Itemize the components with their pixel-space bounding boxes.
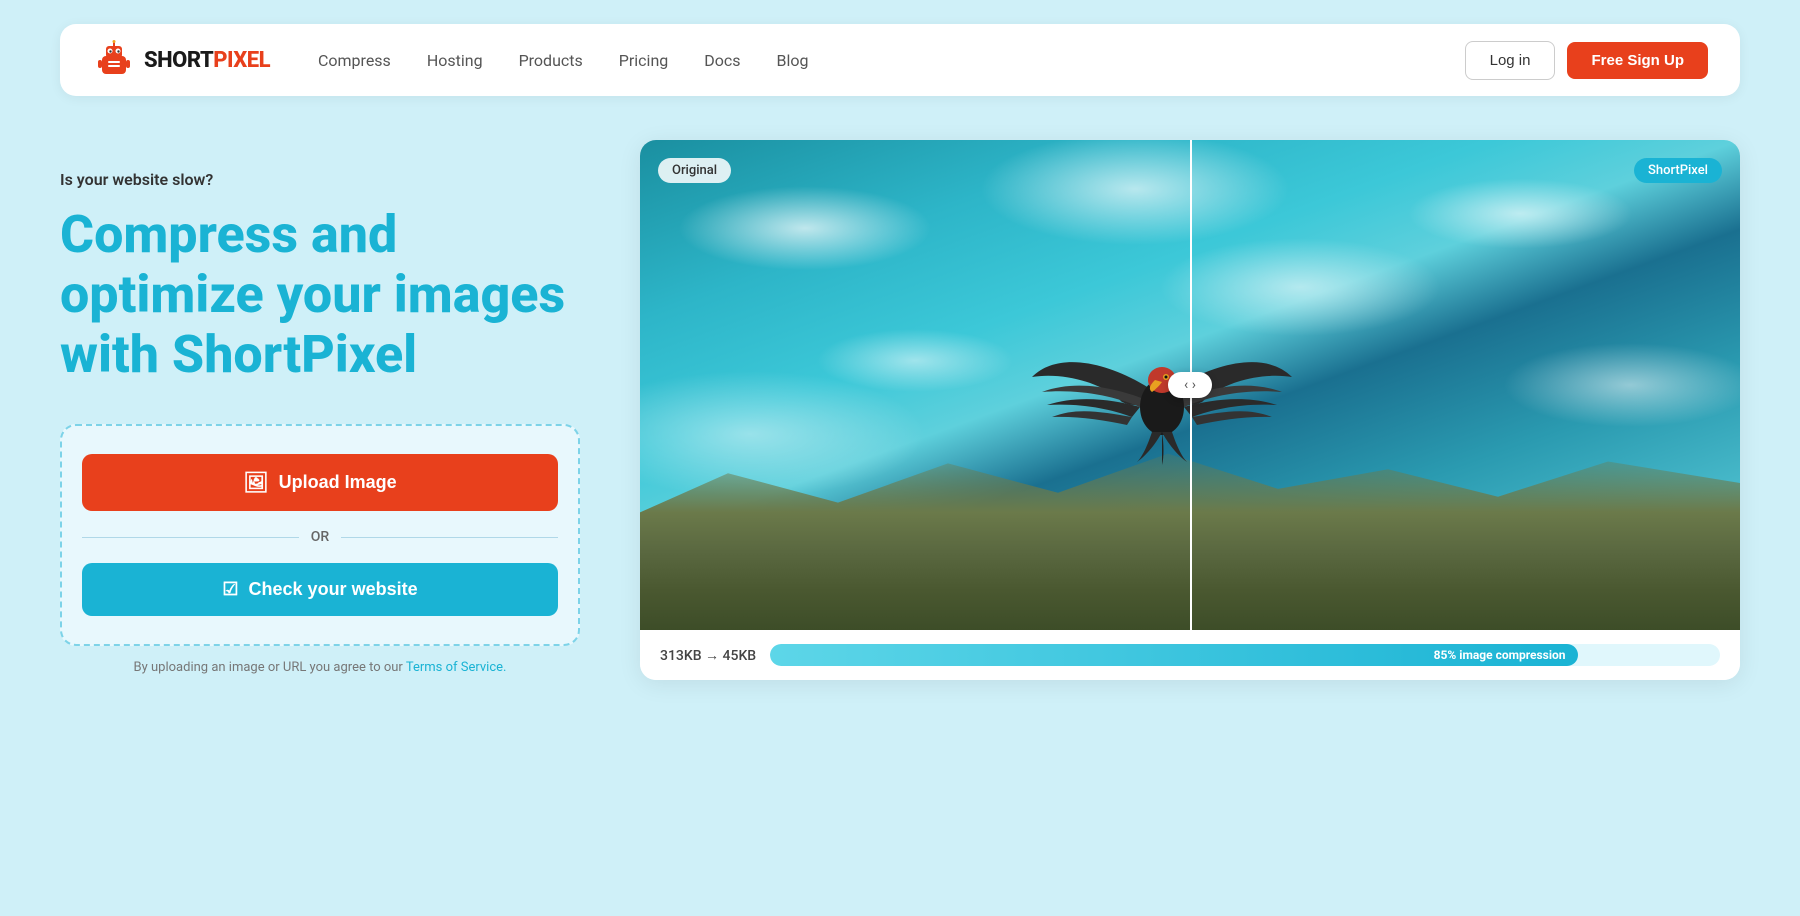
tagline: Is your website slow? xyxy=(60,170,580,189)
check-website-button[interactable]: ☑ Check your website xyxy=(82,563,558,616)
nav-actions: Log in Free Sign Up xyxy=(1465,41,1708,80)
nav-docs[interactable]: Docs xyxy=(704,51,740,70)
headline: Compress and optimize your images with S… xyxy=(60,205,580,384)
upload-area: 🖼 Upload Image OR ☑ Check your website xyxy=(60,424,580,646)
signup-button[interactable]: Free Sign Up xyxy=(1567,42,1708,79)
label-shortpixel: ShortPixel xyxy=(1634,158,1722,183)
nav-products[interactable]: Products xyxy=(519,51,583,70)
logo-icon xyxy=(92,38,136,82)
tos-text: By uploading an image or URL you agree t… xyxy=(60,660,580,675)
nav-hosting[interactable]: Hosting xyxy=(427,51,483,70)
login-button[interactable]: Log in xyxy=(1465,41,1556,80)
upload-button[interactable]: 🖼 Upload Image xyxy=(82,454,558,511)
navbar: SHORTPIXEL Compress Hosting Products Pri… xyxy=(60,24,1740,96)
check-icon: ☑ xyxy=(222,579,238,600)
size-info: 313KB → 45KB xyxy=(660,647,756,664)
compression-bar: 313KB → 45KB 85% image compression xyxy=(640,630,1740,680)
logo[interactable]: SHORTPIXEL xyxy=(92,38,270,82)
main-content: Is your website slow? Compress and optim… xyxy=(0,120,1800,720)
image-comparison: Original ShortPixel ‹ › xyxy=(640,140,1740,630)
left-panel: Is your website slow? Compress and optim… xyxy=(60,140,580,675)
image-comparison-panel: Original ShortPixel ‹ › 313KB → 45KB 85%… xyxy=(640,140,1740,680)
progress-track: 85% image compression xyxy=(770,644,1720,666)
upload-icon: 🖼 xyxy=(243,470,268,495)
nav-blog[interactable]: Blog xyxy=(777,51,809,70)
logo-text: SHORTPIXEL xyxy=(144,48,270,73)
nav-links: Compress Hosting Products Pricing Docs B… xyxy=(318,51,1465,70)
progress-fill: 85% image compression xyxy=(770,644,1577,666)
or-divider: OR xyxy=(82,529,558,545)
tos-link[interactable]: Terms of Service. xyxy=(406,660,507,675)
comparison-handle[interactable]: ‹ › xyxy=(1168,372,1212,398)
nav-compress[interactable]: Compress xyxy=(318,51,391,70)
compression-label: 85% image compression xyxy=(1434,648,1566,662)
label-original: Original xyxy=(658,158,731,183)
nav-pricing[interactable]: Pricing xyxy=(619,51,669,70)
bird-image xyxy=(1022,277,1302,517)
